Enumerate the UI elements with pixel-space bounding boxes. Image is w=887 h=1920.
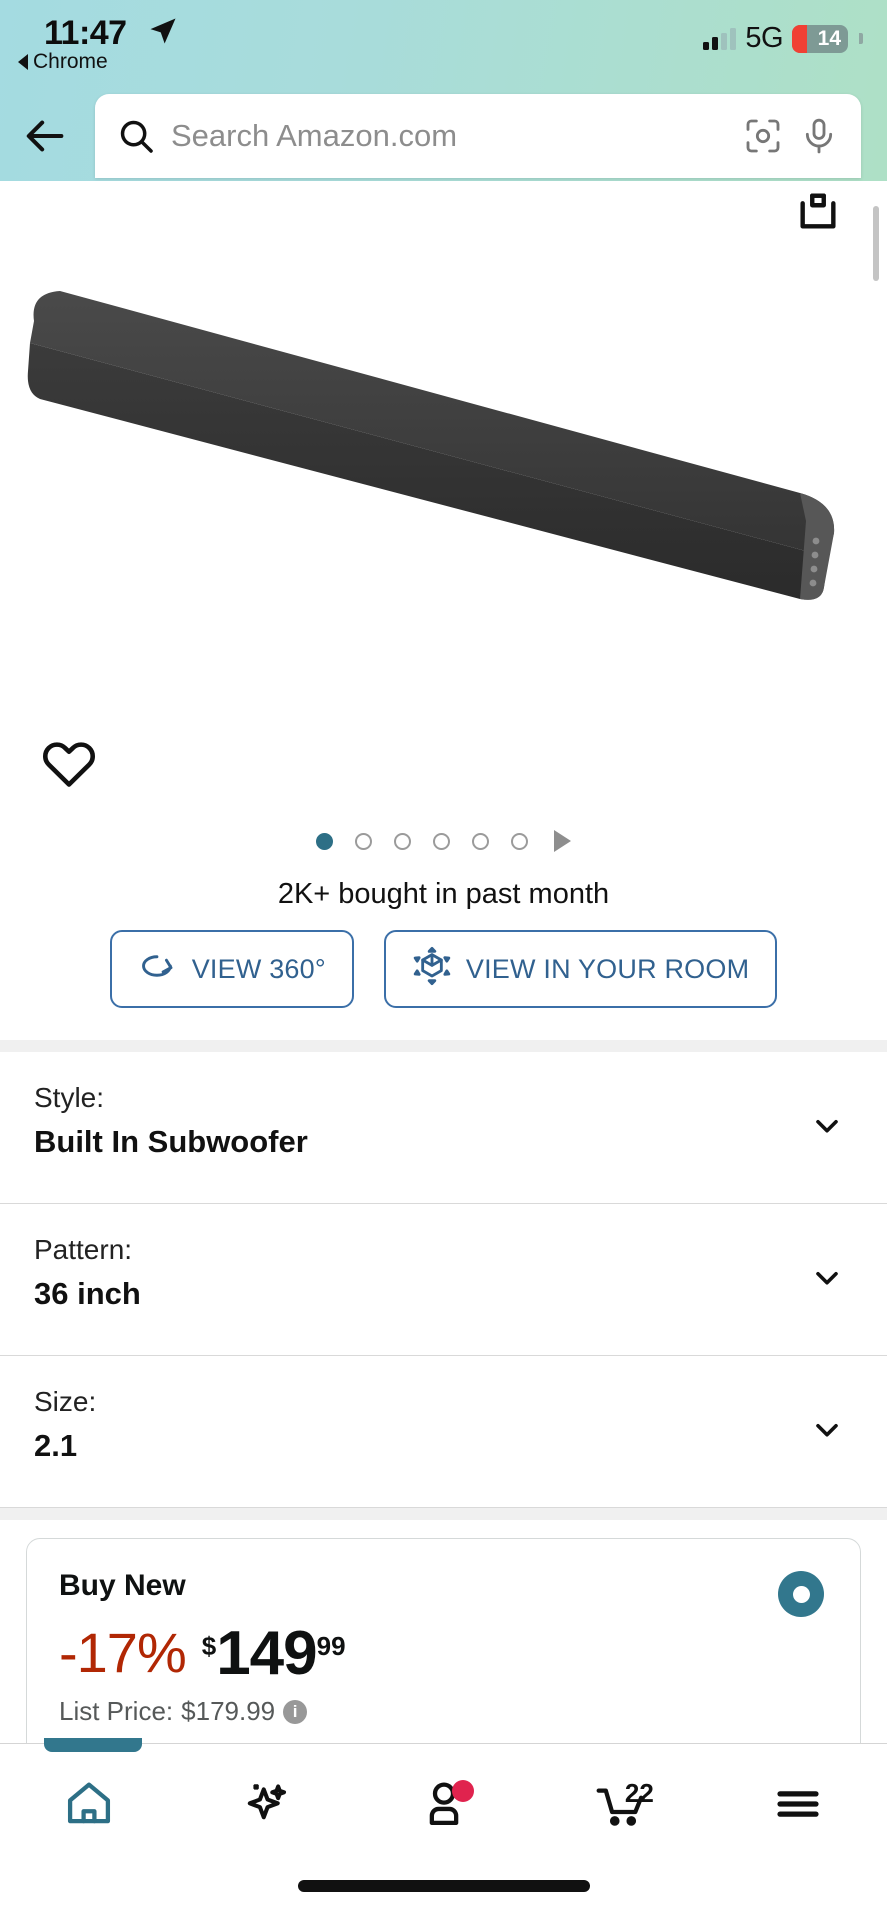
return-app-label: Chrome <box>33 50 108 73</box>
image-carousel-dots[interactable] <box>0 830 887 852</box>
buy-new-title: Buy New <box>59 1569 186 1602</box>
chevron-down-icon[interactable] <box>809 1411 845 1452</box>
buy-new-card[interactable]: Buy New -17% $ 149 99 List Price: $179.9… <box>26 1538 861 1759</box>
variation-row-style[interactable]: Style: Built In Subwoofer <box>0 1052 887 1204</box>
variation-label: Style: <box>34 1082 105 1113</box>
rotate-360-icon <box>138 950 178 989</box>
status-bar-clock: 11:47 <box>44 14 127 52</box>
add-to-wishlist-button[interactable] <box>40 735 102 797</box>
nav-item-home[interactable] <box>0 1744 177 1864</box>
price-block: -17% $ 149 99 <box>59 1619 828 1688</box>
variation-label: Size: <box>34 1386 97 1417</box>
back-button[interactable] <box>18 108 74 164</box>
variation-value: 2.1 <box>34 1428 78 1463</box>
carousel-dot[interactable] <box>355 832 372 850</box>
currency-symbol: $ <box>201 1631 217 1661</box>
cellular-signal-icon <box>703 27 737 50</box>
product-image[interactable] <box>0 221 887 621</box>
chevron-down-icon[interactable] <box>809 1259 845 1300</box>
chevron-down-icon[interactable] <box>809 1107 845 1148</box>
network-type-label: 5G <box>745 22 783 54</box>
play-triangle-icon[interactable] <box>554 830 571 852</box>
variation-value: 36 inch <box>34 1276 141 1311</box>
view-in-room-label: VIEW IN YOUR ROOM <box>465 953 750 984</box>
nav-item-cart[interactable]: 22 <box>532 1744 709 1864</box>
price-fraction: 99 <box>316 1631 346 1661</box>
search-icon <box>117 117 155 155</box>
list-price-row: List Price: $179.99 i <box>59 1696 828 1727</box>
view-in-your-room-button[interactable]: VIEW IN YOUR ROOM <box>383 930 778 1008</box>
nav-item-menu[interactable] <box>710 1744 887 1864</box>
account-notification-dot <box>451 1780 474 1802</box>
view-buttons-row: VIEW 360° VIEW IN YOUR ROOM <box>0 930 887 1008</box>
camera-lens-icon[interactable] <box>743 116 783 156</box>
search-bar[interactable]: Search Amazon.com <box>95 94 861 178</box>
bottom-navigation-bar: 22 <box>0 1738 887 1920</box>
price-whole: 149 <box>216 1619 317 1688</box>
view-360-button[interactable]: VIEW 360° <box>109 930 354 1008</box>
discount-percent: -17% <box>59 1621 187 1684</box>
battery-tip <box>859 33 863 44</box>
view-360-label: VIEW 360° <box>191 953 326 984</box>
nav-item-rufus[interactable] <box>177 1744 354 1864</box>
search-row: Search Amazon.com <box>0 94 887 180</box>
variation-row-pattern[interactable]: Pattern: 36 inch <box>0 1204 887 1356</box>
status-bar: 11:47 Chrome 5G 14 <box>0 0 887 90</box>
radio-inner-dot <box>792 1585 810 1603</box>
social-proof-label: 2K+ bought in past month <box>277 878 610 910</box>
variation-row-size[interactable]: Size: 2.1 <box>0 1356 887 1508</box>
status-bar-indicators: 5G 14 <box>703 22 863 55</box>
triangle-left-icon <box>18 54 28 70</box>
list-price-value: $179.99 <box>181 1696 276 1727</box>
carousel-dot[interactable] <box>472 832 489 850</box>
section-divider <box>0 1508 887 1520</box>
nav-item-account[interactable] <box>355 1744 532 1864</box>
info-icon[interactable]: i <box>283 1699 308 1724</box>
section-divider <box>0 1040 887 1052</box>
carousel-dot[interactable] <box>394 832 411 850</box>
battery-level-label: 14 <box>817 26 841 50</box>
list-price-label: List Price: <box>59 1696 174 1727</box>
battery-indicator: 14 <box>792 24 848 53</box>
return-to-chrome-button[interactable]: Chrome <box>18 50 108 74</box>
home-indicator <box>297 1880 590 1892</box>
variation-value: Built In Subwoofer <box>34 1124 308 1159</box>
battery-fill <box>792 24 807 53</box>
location-arrow-icon <box>148 16 178 51</box>
ar-cube-icon <box>412 946 452 993</box>
app-header: 11:47 Chrome 5G 14 Search Amazon.com <box>0 0 887 181</box>
search-input[interactable]: Search Amazon.com <box>171 118 727 154</box>
cart-item-count: 22 <box>624 1778 654 1808</box>
carousel-dot[interactable] <box>433 832 450 850</box>
variation-label: Pattern: <box>34 1234 133 1265</box>
microphone-icon[interactable] <box>799 116 839 156</box>
amazon-product-page: 11:47 Chrome 5G 14 Search Amazon.com 2K+… <box>0 0 887 1920</box>
buy-new-radio[interactable] <box>778 1571 824 1617</box>
product-image-gallery[interactable] <box>0 181 887 651</box>
carousel-dot[interactable] <box>316 832 333 850</box>
carousel-dot[interactable] <box>511 832 528 850</box>
